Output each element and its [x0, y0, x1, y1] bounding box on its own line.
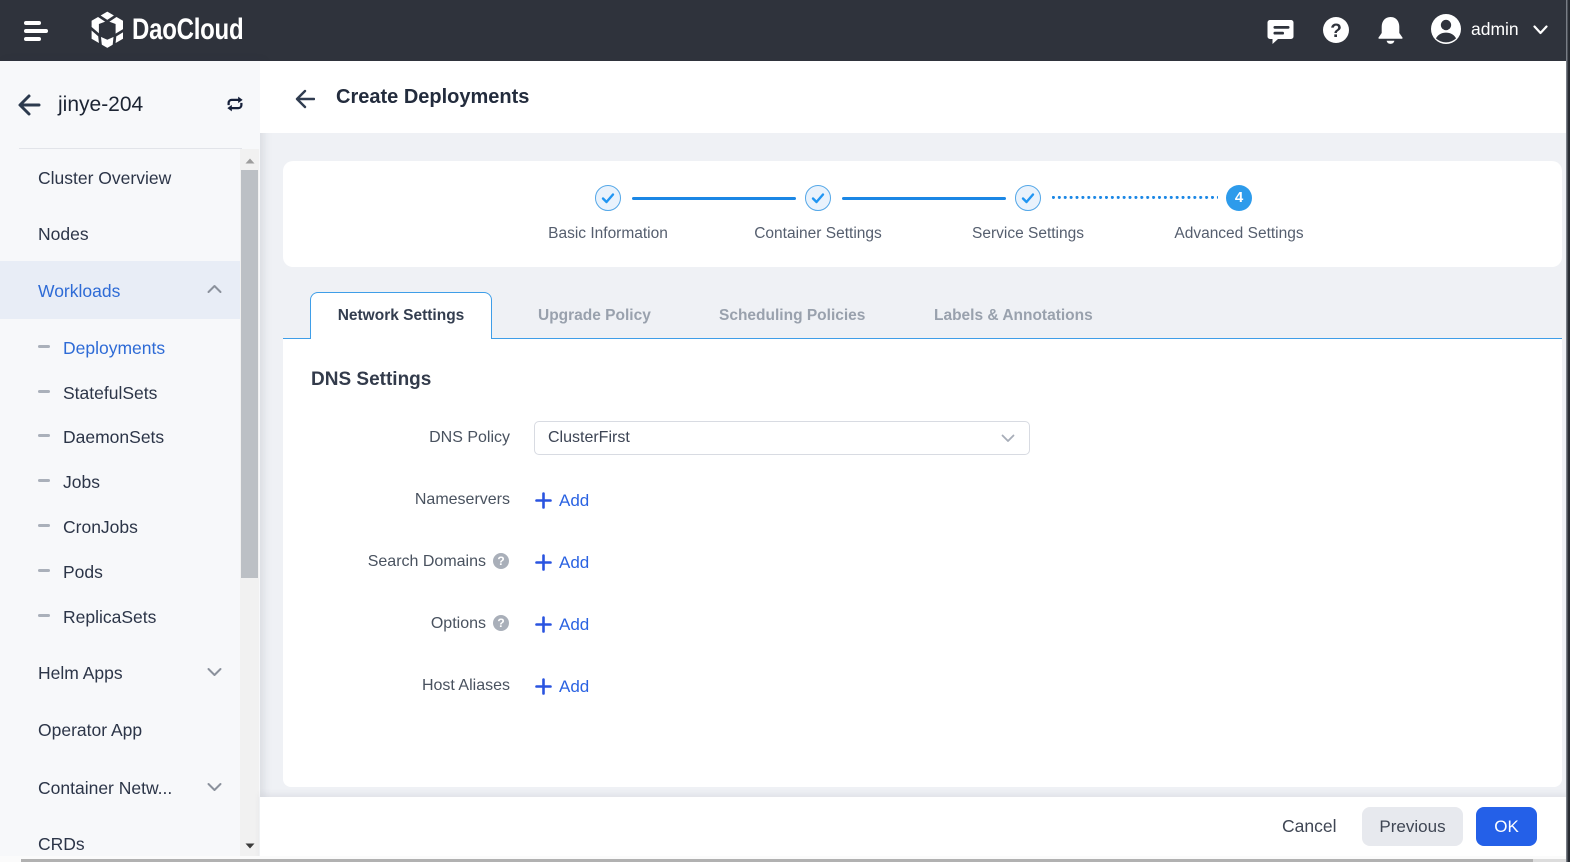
svg-text:?: ?	[1330, 21, 1342, 42]
